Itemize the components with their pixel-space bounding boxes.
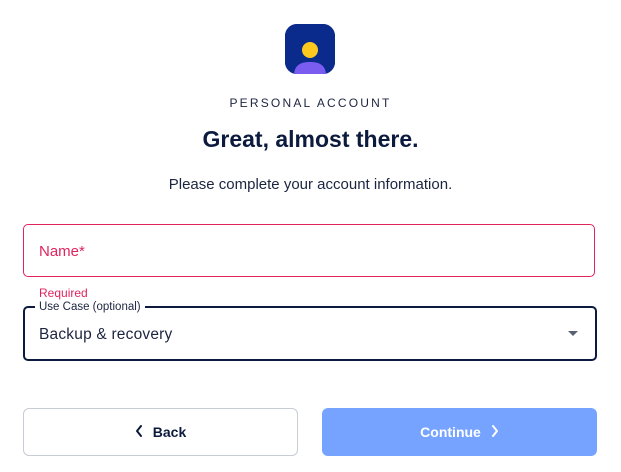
use-case-label: Use Case (optional) [35,300,145,314]
page-title: Great, almost there. [202,126,419,152]
back-button-label: Back [152,424,187,440]
use-case-select[interactable]: Use Case (optional) Backup & recovery [23,300,597,361]
chevron-left-icon [135,424,143,440]
name-error-text: Required [39,286,88,300]
back-button[interactable]: Back [23,408,298,456]
continue-button[interactable]: Continue [322,408,597,456]
continue-button-label: Continue [420,424,481,440]
name-field-placeholder: Name* [39,243,85,260]
caret-down-icon[interactable] [568,331,578,336]
use-case-selected-value: Backup & recovery [39,326,173,343]
account-setup-page: PERSONAL ACCOUNT Great, almost there. Pl… [0,0,621,472]
app-logo-icon [285,24,335,74]
page-subtitle: Please complete your account information… [168,176,453,193]
account-type-label: PERSONAL ACCOUNT [229,96,392,110]
chevron-right-icon [491,424,499,440]
name-field[interactable]: Name* [23,224,595,277]
